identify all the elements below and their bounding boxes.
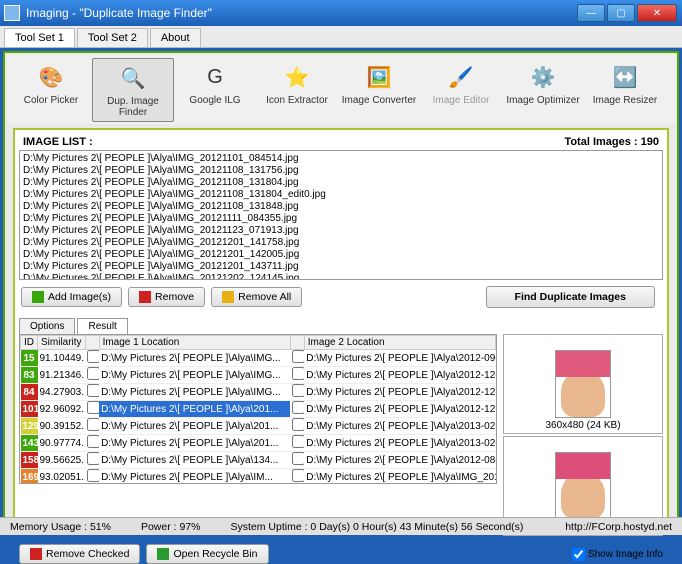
result-row[interactable]: 12990.39152...D:\My Pictures 2\[ PEOPLE … [21, 418, 496, 435]
row-check-2[interactable] [292, 367, 304, 380]
close-button[interactable]: ✕ [637, 4, 677, 22]
remove-all-button[interactable]: Remove All [211, 287, 302, 307]
tool-google-ilg[interactable]: GGoogle ILG [174, 58, 256, 122]
row-check-2[interactable] [292, 401, 304, 414]
result-row[interactable]: 10192.96092...D:\My Pictures 2\[ PEOPLE … [21, 401, 496, 418]
status-bar: Memory Usage : 51% Power : 97% System Up… [0, 517, 682, 535]
dup-image-finder-icon: 🔍 [117, 62, 149, 94]
image-list-item[interactable]: D:\My Pictures 2\[ PEOPLE ]\Alya\IMG_201… [23, 189, 659, 201]
toolbar: 🎨Color Picker🔍Dup. Image FinderGGoogle I… [7, 55, 675, 124]
status-power: Power : 97% [141, 521, 201, 533]
row-check-2[interactable] [292, 350, 304, 363]
menu-bar: Tool Set 1 Tool Set 2 About [0, 26, 682, 48]
tool-image-editor[interactable]: 🖌️Image Editor [420, 58, 502, 122]
image-converter-icon: 🖼️ [363, 61, 395, 93]
result-row[interactable]: 16993.02051...D:\My Pictures 2\[ PEOPLE … [21, 469, 496, 485]
row-check-2[interactable] [292, 384, 304, 397]
col-image2[interactable]: Image 2 Location [304, 336, 495, 350]
image-total-count: Total Images : 190 [564, 136, 659, 148]
row-check-1[interactable] [87, 452, 99, 465]
result-grid[interactable]: ID Similarity Image 1 Location Image 2 L… [19, 334, 497, 484]
result-row[interactable]: 15899.56625...D:\My Pictures 2\[ PEOPLE … [21, 452, 496, 469]
image-list-item[interactable]: D:\My Pictures 2\[ PEOPLE ]\Alya\IMG_201… [23, 213, 659, 225]
titlebar: Imaging - "Duplicate Image Finder" — ▢ ✕ [0, 0, 682, 26]
row-check-1[interactable] [87, 418, 99, 431]
maximize-button[interactable]: ▢ [607, 4, 635, 22]
image-list-box[interactable]: D:\My Pictures 2\[ PEOPLE ]\Alya\IMG_201… [19, 150, 663, 280]
minus-icon [30, 548, 42, 560]
show-image-info-checkbox[interactable]: Show Image Info [572, 548, 663, 561]
row-check-2[interactable] [292, 469, 304, 482]
image-list-item[interactable]: D:\My Pictures 2\[ PEOPLE ]\Alya\IMG_201… [23, 201, 659, 213]
remove-all-icon [222, 291, 234, 303]
image-list-item[interactable]: D:\My Pictures 2\[ PEOPLE ]\Alya\IMG_201… [23, 237, 659, 249]
image-editor-icon: 🖌️ [445, 61, 477, 93]
row-check-1[interactable] [87, 384, 99, 397]
row-check-1[interactable] [87, 469, 99, 482]
image-list-item[interactable]: D:\My Pictures 2\[ PEOPLE ]\Alya\IMG_201… [23, 165, 659, 177]
row-check-1[interactable] [87, 350, 99, 363]
image-list-item[interactable]: D:\My Pictures 2\[ PEOPLE ]\Alya\IMG_201… [23, 249, 659, 261]
menu-tab-about[interactable]: About [150, 28, 201, 47]
remove-checked-button[interactable]: Remove Checked [19, 544, 140, 564]
preview-1-caption: 360x480 (24 KB) [545, 420, 620, 431]
remove-button[interactable]: Remove [128, 287, 205, 307]
menu-tab-toolset2[interactable]: Tool Set 2 [77, 28, 148, 47]
tool-image-resizer[interactable]: ↔️Image Resizer [584, 58, 666, 122]
main-panel: IMAGE LIST : Total Images : 190 D:\My Pi… [13, 128, 669, 528]
tool-color-picker[interactable]: 🎨Color Picker [10, 58, 92, 122]
tab-options[interactable]: Options [19, 318, 75, 334]
result-row[interactable]: 1591.10449...D:\My Pictures 2\[ PEOPLE ]… [21, 350, 496, 367]
row-check-2[interactable] [292, 435, 304, 448]
col-image1[interactable]: Image 1 Location [99, 336, 290, 350]
status-memory: Memory Usage : 51% [10, 521, 111, 533]
tool-dup-image-finder[interactable]: 🔍Dup. Image Finder [92, 58, 174, 122]
google-ilg-icon: G [199, 61, 231, 93]
image-list-header: IMAGE LIST : [23, 136, 93, 148]
preview-pane: 360x480 (24 KB) 360x480 (22 KB) [503, 334, 663, 536]
row-check-1[interactable] [87, 401, 99, 414]
col-id[interactable]: ID [21, 336, 38, 350]
app-frame: 🎨Color Picker🔍Dup. Image FinderGGoogle I… [3, 51, 679, 531]
tab-result[interactable]: Result [77, 318, 127, 334]
add-images-button[interactable]: Add Image(s) [21, 287, 122, 307]
result-row[interactable]: 8494.27903...D:\My Pictures 2\[ PEOPLE ]… [21, 384, 496, 401]
find-duplicates-button[interactable]: Find Duplicate Images [486, 286, 655, 308]
color-picker-icon: 🎨 [35, 61, 67, 93]
image-optimizer-icon: ⚙️ [527, 61, 559, 93]
status-url: http://FCorp.hostyd.net [565, 521, 672, 533]
tool-image-optimizer[interactable]: ⚙️Image Optimizer [502, 58, 584, 122]
menu-tab-toolset1[interactable]: Tool Set 1 [4, 28, 75, 47]
status-uptime: System Uptime : 0 Day(s) 0 Hour(s) 43 Mi… [231, 521, 524, 533]
recycle-icon [157, 548, 169, 560]
image-list-item[interactable]: D:\My Pictures 2\[ PEOPLE ]\Alya\IMG_201… [23, 177, 659, 189]
image-list-item[interactable]: D:\My Pictures 2\[ PEOPLE ]\Alya\IMG_201… [23, 273, 659, 280]
tool-image-converter[interactable]: 🖼️Image Converter [338, 58, 420, 122]
row-check-1[interactable] [87, 367, 99, 380]
plus-icon [32, 291, 44, 303]
tool-icon-extractor[interactable]: ⭐Icon Extractor [256, 58, 338, 122]
row-check-1[interactable] [87, 435, 99, 448]
row-check-2[interactable] [292, 452, 304, 465]
minus-icon [139, 291, 151, 303]
preview-image-1[interactable]: 360x480 (24 KB) [503, 334, 663, 434]
col-similarity[interactable]: Similarity [38, 336, 86, 350]
icon-extractor-icon: ⭐ [281, 61, 313, 93]
app-icon [4, 5, 20, 21]
show-image-info-input[interactable] [572, 548, 585, 561]
image-list-item[interactable]: D:\My Pictures 2\[ PEOPLE ]\Alya\IMG_201… [23, 153, 659, 165]
result-row[interactable]: 14390.97774...D:\My Pictures 2\[ PEOPLE … [21, 435, 496, 452]
image-list-item[interactable]: D:\My Pictures 2\[ PEOPLE ]\Alya\IMG_201… [23, 261, 659, 273]
image-list-item[interactable]: D:\My Pictures 2\[ PEOPLE ]\Alya\IMG_201… [23, 225, 659, 237]
open-recycle-button[interactable]: Open Recycle Bin [146, 544, 268, 564]
result-row[interactable]: 8391.21346...D:\My Pictures 2\[ PEOPLE ]… [21, 367, 496, 384]
image-resizer-icon: ↔️ [609, 61, 641, 93]
minimize-button[interactable]: — [577, 4, 605, 22]
window-title: Imaging - "Duplicate Image Finder" [26, 6, 212, 20]
row-check-2[interactable] [292, 418, 304, 431]
